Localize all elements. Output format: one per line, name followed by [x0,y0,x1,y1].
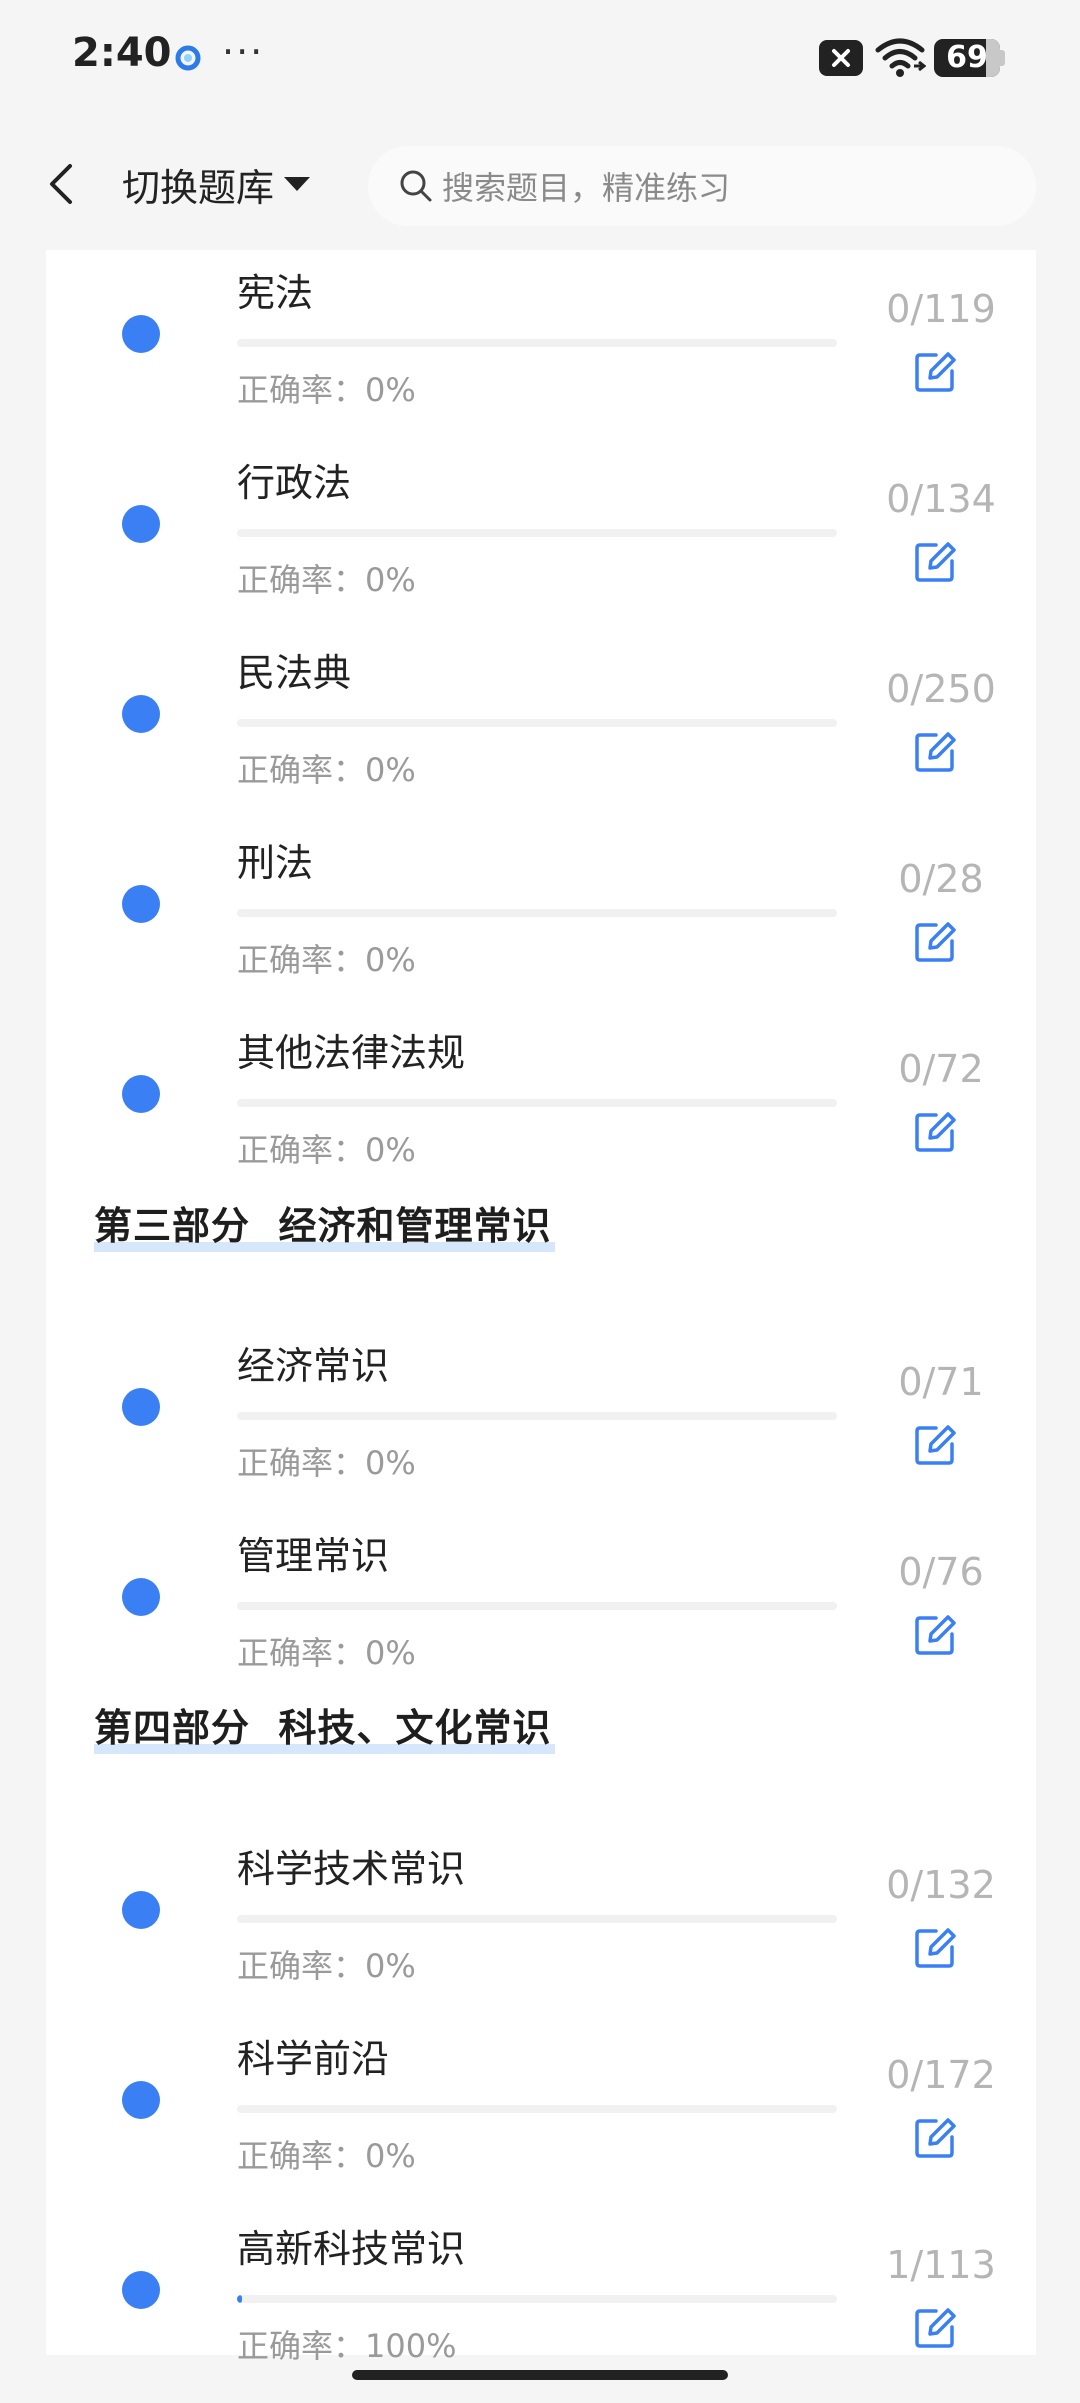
question-count: 1/113 [886,2243,996,2287]
topic-dot [122,315,160,353]
topic-dot [122,2081,160,2119]
progress-bar [237,719,837,727]
battery-icon: 69 [934,39,1000,77]
progress-bar [237,909,837,917]
accuracy-text: 正确率：0% [237,1634,416,1672]
edit-icon[interactable] [912,919,958,965]
accuracy-text: 正确率：0% [237,2137,416,2175]
topic-dot [122,885,160,923]
progress-bar [237,529,837,537]
accuracy-text: 正确率：0% [237,561,416,599]
topic-dot [122,1075,160,1113]
topic-list: 宪法 正确率：0% 0/119 行政法 正确率：0% 0/134 民法典 正确率：0% 0/25… [46,250,1036,2365]
edit-icon[interactable] [912,729,958,775]
topic-title: 民法典 [237,651,352,695]
edit-icon[interactable] [912,1925,958,1971]
switch-bank-dropdown[interactable]: 切换题库 [122,156,311,212]
edit-icon[interactable] [912,2115,958,2161]
topic-item[interactable]: 民法典正确率：0% 0/250 [46,637,1036,827]
section-title-text: 第四部分 科技、文化常识 [94,1706,552,1750]
question-count: 0/250 [886,667,996,711]
progress-bar [237,2295,837,2303]
search-icon [400,170,432,202]
topic-item[interactable]: 科学技术常识正确率：0% 0/132 [46,1833,1036,2023]
home-indicator[interactable] [352,2370,728,2380]
topic-item[interactable]: 管理常识正确率：0% 0/76 [46,1520,1036,1710]
question-count: 0/76 [898,1550,984,1594]
section-title: 第三部分 经济和管理常识 [94,1195,556,1252]
search-input[interactable]: 搜索题目，精准练习 [368,146,1036,226]
question-count: 0/119 [886,287,996,331]
progress-bar [237,339,837,347]
section-title-text: 第三部分 经济和管理常识 [94,1204,552,1248]
progress-bar [237,2105,837,2113]
topic-title: 科学前沿 [237,2037,390,2081]
status-bar: 2:40 ··· 69 [0,0,1080,118]
topic-title: 科学技术常识 [237,1847,466,1891]
accuracy-text: 正确率：0% [237,1444,416,1482]
section-title: 第四部分 科技、文化常识 [94,1697,556,1754]
edit-icon[interactable] [912,1109,958,1155]
topic-title: 管理常识 [237,1534,390,1578]
edit-icon[interactable] [912,2305,958,2351]
topic-dot [122,1578,160,1616]
accuracy-text: 正确率：0% [237,1947,416,1985]
topic-item[interactable]: 行政法正确率：0% 0/134 [46,447,1036,637]
progress-bar [237,1915,837,1923]
progress-fill [237,2295,243,2303]
topic-item[interactable]: 科学前沿正确率：0% 0/172 [46,2023,1036,2213]
topic-title: 宪法 [237,271,314,315]
topic-item[interactable]: 宪法正确率：0% 0/119 [46,257,1036,447]
app-icon [175,45,201,71]
switch-bank-label: 切换题库 [122,165,275,210]
battery-level: 69 [946,40,988,75]
chevron-left-icon[interactable] [40,158,84,210]
topic-item[interactable]: 经济常识正确率：0% 0/71 [46,1330,1036,1520]
progress-bar [237,1099,837,1107]
accuracy-text: 正确率：0% [237,751,416,789]
wifi-icon [875,38,926,77]
topic-title: 其他法律法规 [237,1031,466,1075]
topic-title: 高新科技常识 [237,2227,466,2271]
question-count: 0/28 [898,857,984,901]
accuracy-text: 正确率：100% [237,2327,457,2365]
topic-title: 刑法 [237,841,314,885]
topic-title: 经济常识 [237,1344,390,1388]
accuracy-text: 正确率：0% [237,1131,416,1169]
close-icon [819,40,863,76]
question-count: 0/134 [886,477,996,521]
topic-dot [122,505,160,543]
status-time: 2:40 [72,30,172,76]
progress-bar [237,1412,837,1420]
question-count: 0/71 [898,1360,984,1404]
topic-dot [122,1388,160,1426]
more-dots: ··· [222,30,265,74]
topic-item[interactable]: 刑法正确率：0% 0/28 [46,827,1036,1017]
caret-down-icon [284,177,311,191]
edit-icon[interactable] [912,1422,958,1468]
accuracy-text: 正确率：0% [237,941,416,979]
topic-dot [122,2271,160,2309]
battery-tip [1000,50,1005,66]
topic-title: 行政法 [237,461,352,505]
accuracy-text: 正确率：0% [237,371,416,409]
question-count: 0/72 [898,1047,984,1091]
edit-icon[interactable] [912,539,958,585]
topic-dot [122,1891,160,1929]
edit-icon[interactable] [912,1612,958,1658]
nav-header: 切换题库 搜索题目，精准练习 [0,118,1080,250]
progress-bar [237,1602,837,1610]
edit-icon[interactable] [912,349,958,395]
topic-dot [122,695,160,733]
topic-item[interactable]: 其他法律法规正确率：0% 0/72 [46,1017,1036,1207]
search-placeholder: 搜索题目，精准练习 [442,169,731,207]
question-count: 0/132 [886,1863,996,1907]
question-count: 0/172 [886,2053,996,2097]
